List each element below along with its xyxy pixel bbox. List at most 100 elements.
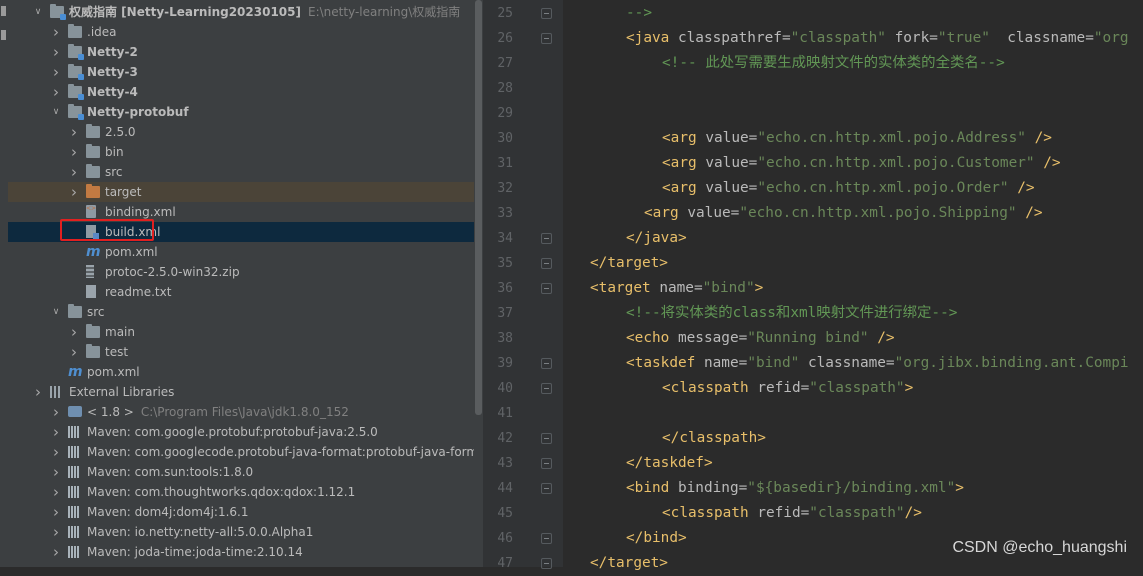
- chevron-right-icon[interactable]: ›: [68, 322, 80, 342]
- tree-item[interactable]: protoc-2.5.0-win32.zip: [8, 262, 474, 282]
- folder-icon: [86, 324, 100, 338]
- chevron-right-icon[interactable]: ›: [68, 342, 80, 362]
- tree-item[interactable]: › Maven: com.google.protobuf:protobuf-jav…: [8, 422, 474, 442]
- code-token: "echo.cn.http.xml.pojo.Shipping": [739, 205, 1017, 221]
- tree-item-label: Netty-protobuf: [87, 105, 189, 119]
- tree-item[interactable]: › 2.5.0: [8, 122, 474, 142]
- chevron-right-icon[interactable]: ›: [32, 382, 44, 402]
- chevron-right-icon[interactable]: ›: [50, 542, 62, 562]
- chevron-right-icon[interactable]: ›: [50, 442, 62, 462]
- chevron-right-icon[interactable]: ›: [50, 62, 62, 82]
- code-line[interactable]: <!-- 此处写需要生成映射文件的实体类的全类名-->: [563, 51, 1005, 76]
- fold-toggle-icon[interactable]: [541, 458, 552, 469]
- tree-item[interactable]: m pom.xml: [8, 242, 474, 262]
- chevron-right-icon[interactable]: ›: [50, 82, 62, 102]
- fold-toggle-icon[interactable]: [541, 33, 552, 44]
- fold-toggle-icon[interactable]: [541, 233, 552, 244]
- tree-item[interactable]: ∨ src: [8, 302, 474, 322]
- fold-toggle-icon[interactable]: [541, 8, 552, 19]
- fold-toggle-icon[interactable]: [541, 283, 552, 294]
- chevron-down-icon[interactable]: ∨: [32, 2, 44, 22]
- tree-item[interactable]: ∨ 权威指南 [Netty-Learning20230105] E:\netty-l…: [8, 2, 474, 22]
- tree-item[interactable]: › target: [8, 182, 474, 202]
- code-line[interactable]: </java>: [563, 226, 687, 251]
- tree-item[interactable]: › .idea: [8, 22, 474, 42]
- chevron-right-icon[interactable]: ›: [50, 502, 62, 522]
- code-line[interactable]: <classpath refid="classpath">: [563, 376, 913, 401]
- tree-item[interactable]: › Netty-2: [8, 42, 474, 62]
- fold-toggle-icon[interactable]: [541, 483, 552, 494]
- chevron-right-icon[interactable]: ›: [50, 402, 62, 422]
- code-line[interactable]: <arg value="echo.cn.http.xml.pojo.Order"…: [563, 176, 1035, 201]
- code-line[interactable]: </bind>: [563, 526, 687, 551]
- code-line[interactable]: </target>: [563, 551, 668, 576]
- code-line[interactable]: </target>: [563, 251, 668, 276]
- tree-item[interactable]: › Maven: com.sun:tools:1.8.0: [8, 462, 474, 482]
- fold-toggle-icon[interactable]: [541, 258, 552, 269]
- chevron-down-icon[interactable]: ∨: [50, 302, 62, 322]
- chevron-right-icon[interactable]: ›: [50, 482, 62, 502]
- tree-item[interactable]: › External Libraries: [8, 382, 474, 402]
- zip-file-icon: [86, 265, 94, 278]
- fold-toggle-icon[interactable]: [541, 358, 552, 369]
- code-line[interactable]: [563, 401, 590, 426]
- code-line[interactable]: [563, 76, 590, 101]
- code-line[interactable]: <target name="bind">: [563, 276, 763, 301]
- tree-item[interactable]: ∨ Netty-protobuf: [8, 102, 474, 122]
- chevron-right-icon[interactable]: ›: [68, 162, 80, 182]
- line-number: 34: [497, 231, 513, 246]
- fold-toggle-icon[interactable]: [541, 533, 552, 544]
- code-line[interactable]: -->: [563, 1, 652, 26]
- code-line[interactable]: <classpath refid="classpath"/>: [563, 501, 922, 526]
- chevron-down-icon[interactable]: ∨: [50, 102, 62, 122]
- chevron-right-icon[interactable]: ›: [50, 422, 62, 442]
- chevron-right-icon[interactable]: ›: [68, 142, 80, 162]
- chevron-right-icon[interactable]: ›: [50, 22, 62, 42]
- strip-marker[interactable]: [1, 6, 6, 16]
- code-line[interactable]: </taskdef>: [563, 451, 713, 476]
- fold-toggle-icon[interactable]: [541, 383, 552, 394]
- tree-item[interactable]: readme.txt: [8, 282, 474, 302]
- code-line[interactable]: <taskdef name="bind" classname="org.jibx…: [563, 351, 1129, 376]
- code-token: "true": [937, 30, 990, 46]
- code-token: "${basedir}/binding.xml": [747, 480, 956, 496]
- tree-item[interactable]: › Maven: joda-time:joda-time:2.10.14: [8, 542, 474, 562]
- chevron-right-icon[interactable]: ›: [50, 522, 62, 542]
- tree-item-label: pom.xml: [105, 245, 158, 259]
- line-number: 26: [497, 31, 513, 46]
- tree-item[interactable]: › Maven: io.netty:netty-all:5.0.0.Alpha1: [8, 522, 474, 542]
- tree-item[interactable]: › main: [8, 322, 474, 342]
- code-line[interactable]: <arg value="echo.cn.http.xml.pojo.Shippi…: [563, 201, 1043, 226]
- code-line[interactable]: <echo message="Running bind" />: [563, 326, 895, 351]
- tree-item[interactable]: › bin: [8, 142, 474, 162]
- tree-item-label: External Libraries: [69, 385, 175, 399]
- chevron-right-icon[interactable]: ›: [68, 122, 80, 142]
- code-line[interactable]: </classpath>: [563, 426, 766, 451]
- tree-item[interactable]: › Maven: dom4j:dom4j:1.6.1: [8, 502, 474, 522]
- tree-item[interactable]: › Maven: com.googlecode.protobuf-java-for…: [8, 442, 474, 462]
- fold-toggle-icon[interactable]: [541, 433, 552, 444]
- chevron-right-icon[interactable]: ›: [50, 42, 62, 62]
- tree-item[interactable]: › < 1.8 > C:\Program Files\Java\jdk1.8.0_1…: [8, 402, 474, 422]
- tree-scrollbar-thumb[interactable]: [475, 0, 482, 415]
- fold-toggle-icon[interactable]: [541, 558, 552, 569]
- code-line[interactable]: <arg value="echo.cn.http.xml.pojo.Custom…: [563, 151, 1061, 176]
- tree-item-label: src: [105, 165, 123, 179]
- chevron-right-icon[interactable]: ›: [68, 182, 80, 202]
- code-line[interactable]: <arg value="echo.cn.http.xml.pojo.Addres…: [563, 126, 1052, 151]
- xml-file-icon: [86, 202, 96, 219]
- tree-item[interactable]: › Netty-3: [8, 62, 474, 82]
- tree-item[interactable]: › Netty-4: [8, 82, 474, 102]
- strip-marker[interactable]: [1, 30, 6, 40]
- line-number: 35: [497, 256, 513, 271]
- tree-item[interactable]: › test: [8, 342, 474, 362]
- code-line[interactable]: [563, 101, 590, 126]
- code-line[interactable]: <bind binding="${basedir}/binding.xml">: [563, 476, 964, 501]
- tree-item[interactable]: m pom.xml: [8, 362, 474, 382]
- tree-item[interactable]: › Maven: com.thoughtworks.qdox:qdox:1.12.…: [8, 482, 474, 502]
- tree-scrollbar[interactable]: [474, 0, 483, 567]
- code-line[interactable]: <java classpathref="classpath" fork="tru…: [563, 26, 1129, 51]
- chevron-right-icon[interactable]: ›: [50, 462, 62, 482]
- code-line[interactable]: <!--将实体类的class和xml映射文件进行绑定-->: [563, 301, 957, 326]
- tree-item[interactable]: › src: [8, 162, 474, 182]
